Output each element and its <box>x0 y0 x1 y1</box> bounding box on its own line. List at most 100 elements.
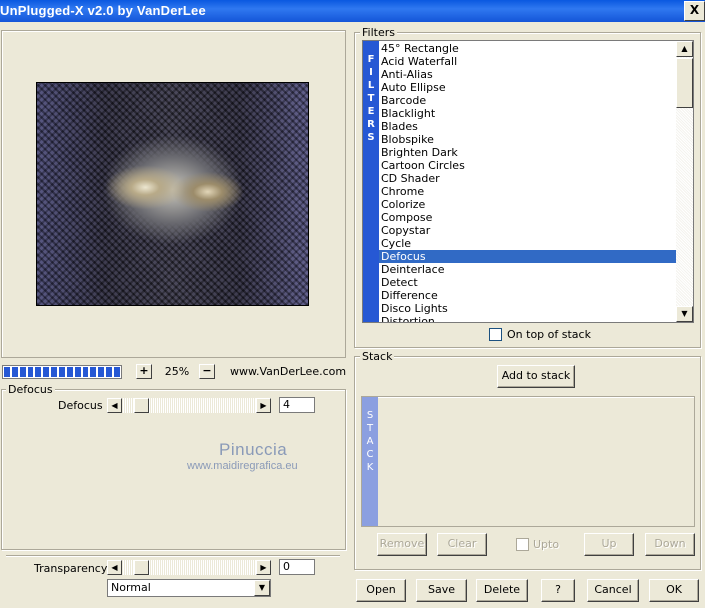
filter-item[interactable]: Blobspike <box>379 133 677 146</box>
progress-block <box>106 367 113 377</box>
arrow-right-icon: ▶ <box>260 563 267 572</box>
help-button[interactable]: ? <box>541 579 575 602</box>
divider <box>6 555 340 557</box>
transparency-value-field[interactable]: 0 <box>279 559 315 575</box>
scroll-up-button[interactable]: ▲ <box>676 41 693 57</box>
filter-item[interactable]: Acid Waterfall <box>379 55 677 68</box>
slider-track[interactable] <box>122 560 256 575</box>
zoom-in-button[interactable]: + <box>136 364 152 379</box>
filter-item[interactable]: Detect <box>379 276 677 289</box>
filter-item[interactable]: Brighten Dark <box>379 146 677 159</box>
stack-listbox[interactable]: STACK <box>361 396 695 527</box>
filter-items: 45° Rectangle Acid Waterfall Anti-Alias Aut… <box>379 42 677 322</box>
dropdown-button[interactable]: ▼ <box>254 580 270 596</box>
slider-thumb[interactable] <box>134 560 149 575</box>
upto-label: Upto <box>533 538 560 551</box>
filter-item[interactable]: 45° Rectangle <box>379 42 677 55</box>
vertical-letter: S <box>366 410 374 421</box>
up-button[interactable]: Up <box>584 533 634 556</box>
slider-track[interactable] <box>122 398 256 413</box>
filter-item[interactable]: Anti-Alias <box>379 68 677 81</box>
filter-item[interactable]: Distortion <box>379 315 677 322</box>
vertical-letter: K <box>366 462 374 473</box>
progress-bar <box>2 365 122 379</box>
vertical-letter: I <box>369 67 373 78</box>
vertical-letter: S <box>367 132 375 143</box>
filter-item[interactable]: Cartoon Circles <box>379 159 677 172</box>
progress-block <box>59 367 65 377</box>
watermark-url: www.maidiregrafica.eu <box>187 460 298 472</box>
defocus-label: Defocus <box>58 399 103 412</box>
arrow-right-icon: ▶ <box>260 401 267 410</box>
blend-mode-value: Normal <box>111 581 151 594</box>
filter-item[interactable]: Auto Ellipse <box>379 81 677 94</box>
slider-right-button[interactable]: ▶ <box>256 398 271 413</box>
progress-block <box>11 367 18 377</box>
website-link[interactable]: www.VanDerLee.com <box>230 365 346 378</box>
slider-left-button[interactable]: ◀ <box>107 560 122 575</box>
progress-block <box>74 367 81 377</box>
title-bar: UnPlugged-X v2.0 by VanDerLee X <box>0 0 705 22</box>
vertical-letter: R <box>367 119 375 130</box>
progress-block <box>27 367 34 377</box>
blend-mode-select[interactable]: Normal ▼ <box>107 579 271 597</box>
upto-checkbox[interactable] <box>516 538 529 551</box>
filter-item[interactable]: Deinterlace <box>379 263 677 276</box>
clear-button[interactable]: Clear <box>437 533 487 556</box>
defocus-value-field[interactable]: 4 <box>279 397 315 413</box>
filter-item[interactable]: CD Shader <box>379 172 677 185</box>
add-to-stack-button[interactable]: Add to stack <box>497 365 575 388</box>
open-button[interactable]: Open <box>356 579 406 602</box>
chevron-down-icon: ▼ <box>258 583 266 592</box>
slider-thumb[interactable] <box>134 398 149 413</box>
on-top-checkbox[interactable] <box>489 328 502 341</box>
progress-block <box>43 367 50 377</box>
transparency-slider[interactable]: ◀ ▶ <box>107 560 271 575</box>
slider-left-button[interactable]: ◀ <box>107 398 122 413</box>
vertical-letter: L <box>367 80 375 91</box>
filter-item[interactable]: Blacklight <box>379 107 677 120</box>
stack-vertical-label: STACK <box>362 397 378 526</box>
filters-listbox[interactable]: FILTERS 45° Rectangle Acid Waterfall Anti-… <box>362 40 694 323</box>
close-button[interactable]: X <box>684 1 705 21</box>
save-button[interactable]: Save <box>416 579 467 602</box>
slider-right-button[interactable]: ▶ <box>256 560 271 575</box>
progress-block <box>51 367 58 377</box>
filter-item[interactable]: Barcode <box>379 94 677 107</box>
filter-item[interactable]: Blades <box>379 120 677 133</box>
progress-block <box>114 367 120 377</box>
transparency-label: Transparency <box>34 562 108 575</box>
scroll-thumb[interactable] <box>676 58 693 108</box>
cancel-button[interactable]: Cancel <box>587 579 639 602</box>
watermark-name: Pinuccia <box>219 440 288 459</box>
delete-button[interactable]: Delete <box>476 579 528 602</box>
filter-item[interactable]: Disco Lights <box>379 302 677 315</box>
params-group-label: Defocus <box>6 383 55 396</box>
defocus-slider[interactable]: ◀ ▶ <box>107 398 271 413</box>
zoom-out-button[interactable]: − <box>199 364 215 379</box>
progress-block <box>35 367 42 377</box>
progress-block <box>82 367 89 377</box>
filters-scrollbar[interactable]: ▲ ▼ <box>676 41 693 322</box>
arrow-up-icon: ▲ <box>681 44 688 53</box>
filter-item[interactable]: Difference <box>379 289 677 302</box>
filter-item[interactable]: Cycle <box>379 237 677 250</box>
remove-button[interactable]: Remove <box>377 533 427 556</box>
vertical-letter: E <box>367 106 375 117</box>
filter-item[interactable]: Compose <box>379 211 677 224</box>
vertical-letter: A <box>366 436 374 447</box>
progress-block <box>4 367 10 377</box>
filter-item[interactable]: Chrome <box>379 185 677 198</box>
filter-item[interactable]: Copystar <box>379 224 677 237</box>
progress-block <box>19 367 26 377</box>
zoom-value: 25% <box>164 365 190 378</box>
down-button[interactable]: Down <box>645 533 695 556</box>
preview-image[interactable] <box>36 82 309 306</box>
minus-icon: − <box>202 364 212 377</box>
scroll-down-button[interactable]: ▼ <box>676 306 693 322</box>
ok-button[interactable]: OK <box>649 579 699 602</box>
plus-icon: + <box>139 364 149 377</box>
filter-item[interactable]: Defocus <box>379 250 677 263</box>
filter-item[interactable]: Colorize <box>379 198 677 211</box>
filters-group-label: Filters <box>360 26 397 39</box>
